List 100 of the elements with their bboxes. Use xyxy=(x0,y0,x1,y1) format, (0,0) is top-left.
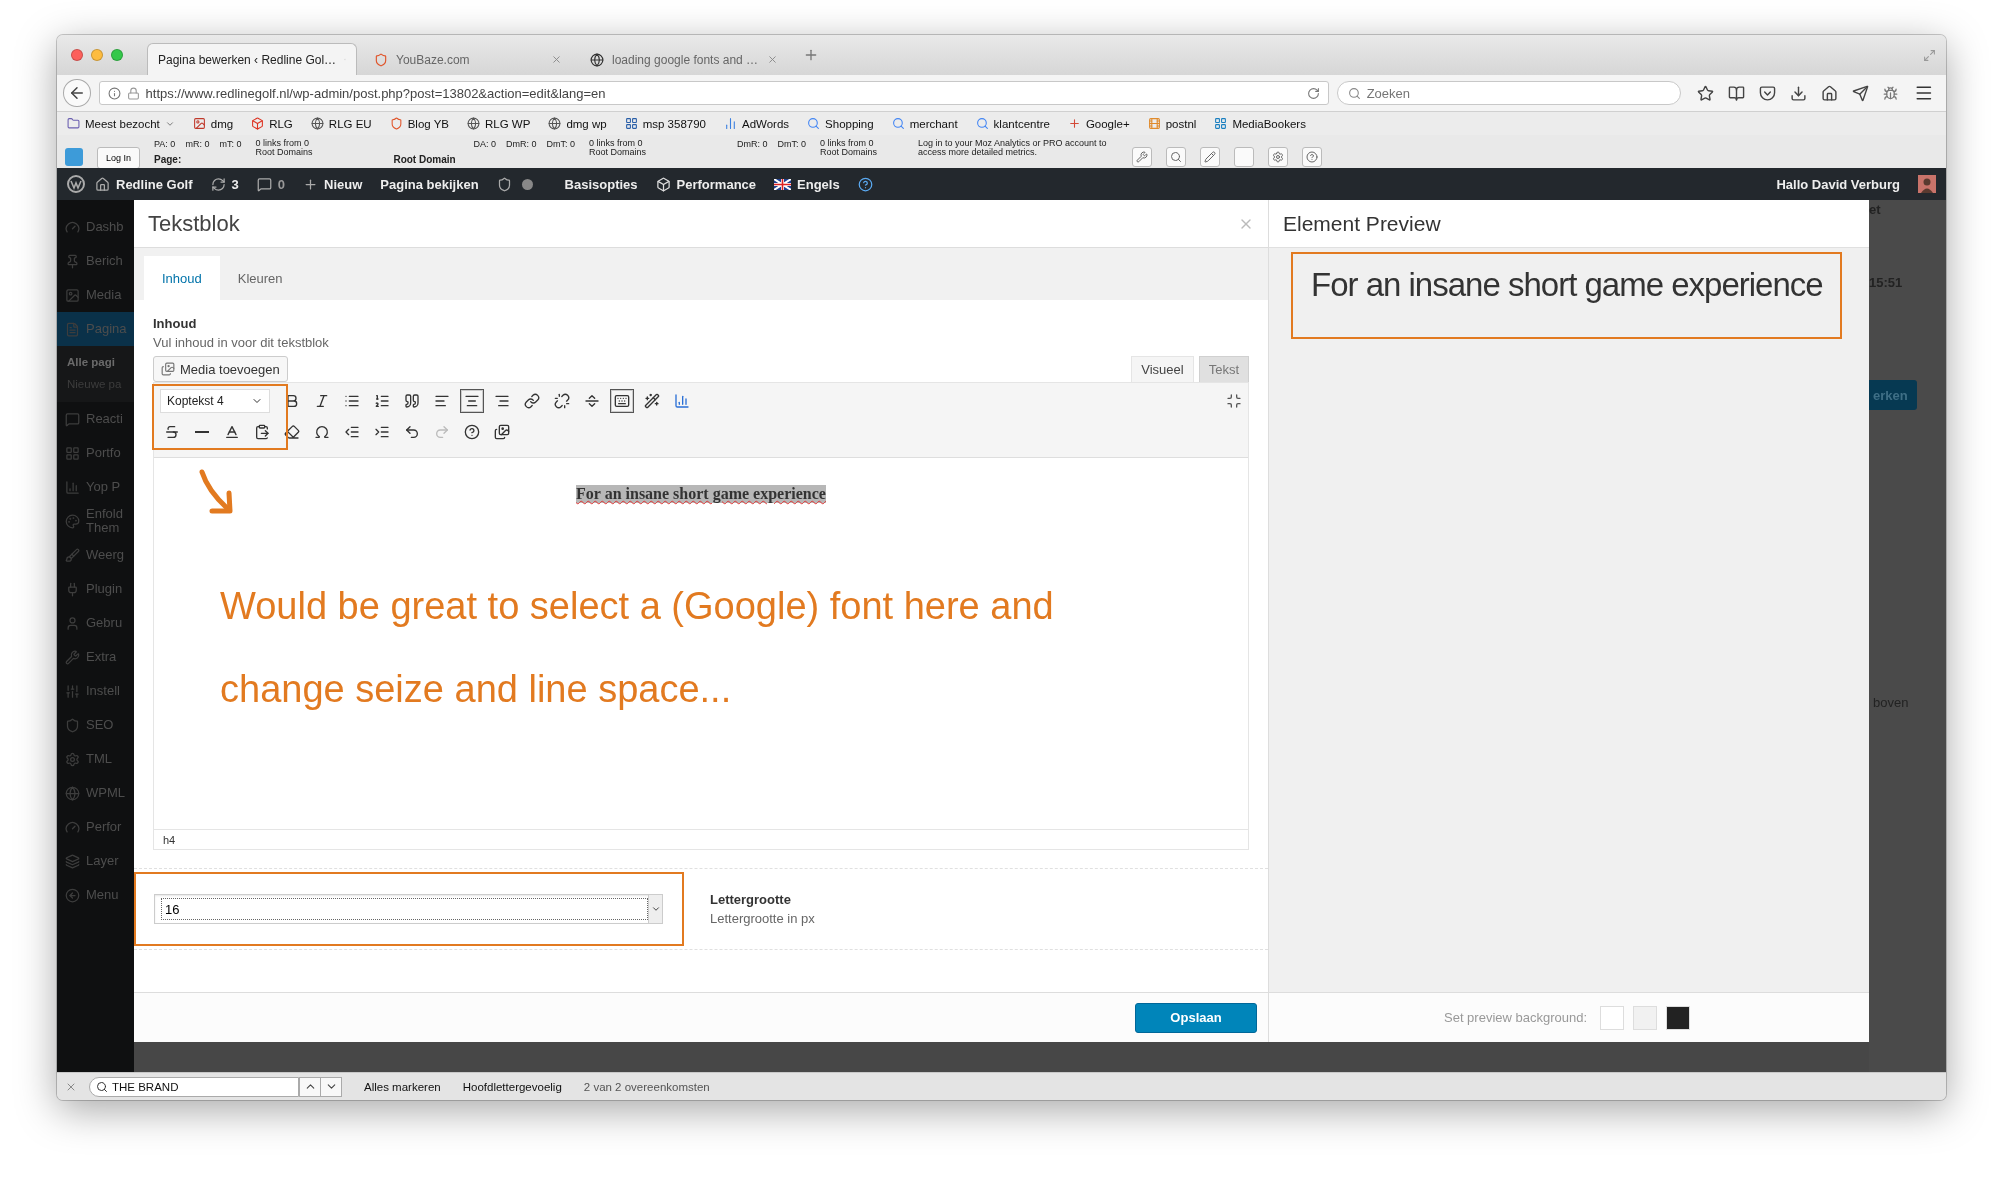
add-media-button[interactable]: Media toevoegen xyxy=(153,356,288,382)
browser-tab[interactable]: Pagina bewerken ‹ Redline Gol… xyxy=(147,43,357,75)
menu-item-icon xyxy=(65,287,80,303)
download-icon[interactable] xyxy=(1790,84,1808,102)
bookmark-link[interactable]: Google+ xyxy=(1067,117,1130,130)
content-heading: For an insane short game experience xyxy=(576,485,826,503)
wrench-icon xyxy=(1136,151,1148,163)
help-icon[interactable] xyxy=(857,176,873,192)
updates-link[interactable]: 3 xyxy=(210,176,239,192)
new-tab-icon[interactable] xyxy=(803,47,819,63)
menu-item-icon xyxy=(65,615,80,631)
search-input[interactable]: Zoeken xyxy=(1366,85,1671,101)
pencil-button[interactable] xyxy=(1200,147,1220,167)
color-swatch[interactable] xyxy=(1666,1005,1691,1030)
bookmark-star-icon[interactable] xyxy=(1697,84,1715,102)
metric-text: DmT: 0 xyxy=(777,139,806,149)
bookmark-link[interactable]: RLG EU xyxy=(310,117,372,130)
site-link[interactable]: Redline Golf xyxy=(95,176,193,192)
bookmark-link[interactable]: MediaBookers xyxy=(1214,117,1306,130)
modal-tab[interactable]: Kleuren xyxy=(219,256,301,300)
seo-icon[interactable] xyxy=(496,176,512,192)
browser-tab[interactable]: loading google fonts and … xyxy=(579,43,789,75)
site-icon xyxy=(374,52,388,67)
url-field[interactable]: https://www.redlinegolf.nl/wp-admin/post.php?post=13802&action=edit&lang=en xyxy=(98,81,1329,105)
bug-icon[interactable] xyxy=(1883,85,1899,101)
account-link[interactable]: Hallo David Verburg xyxy=(1776,176,1900,192)
modal-title: Tekstblok xyxy=(148,210,241,237)
reload-icon[interactable] xyxy=(1306,86,1320,100)
color-swatch[interactable] xyxy=(1600,1005,1625,1030)
bookmark-link[interactable]: Blog YB xyxy=(389,117,449,130)
bookmark-link[interactable]: RLG xyxy=(251,117,293,130)
format-select[interactable]: Koptekst 4 xyxy=(160,389,270,413)
wrench-button[interactable] xyxy=(1132,147,1152,167)
editor-tab[interactable]: Visueel xyxy=(1131,356,1194,382)
bookmark-link[interactable]: Meest bezocht xyxy=(67,117,175,130)
text-color-icon xyxy=(224,424,240,440)
bookmark-link[interactable]: klantcentre xyxy=(975,117,1050,130)
wordpress-logo-icon[interactable] xyxy=(67,175,85,193)
undo-icon xyxy=(404,424,420,440)
bookmark-link[interactable]: merchant xyxy=(891,117,958,130)
save-button[interactable]: Opslaan xyxy=(1135,1002,1257,1033)
caret-icon xyxy=(650,904,661,914)
home-icon[interactable] xyxy=(1821,84,1839,102)
fullscreen-icon[interactable] xyxy=(1226,393,1242,409)
status-dot-icon xyxy=(521,178,533,190)
gallery-icon xyxy=(494,424,510,440)
bookmark-link[interactable]: AdWords xyxy=(723,117,790,130)
new-link[interactable]: Nieuw xyxy=(303,176,363,192)
menu-item-icon xyxy=(65,321,80,337)
globe-icon xyxy=(310,117,324,130)
next-button[interactable] xyxy=(320,1076,342,1097)
search-button[interactable] xyxy=(1166,147,1186,167)
quote-icon xyxy=(404,393,420,409)
bookmark-link[interactable]: dmg xyxy=(192,117,234,130)
close-window-button[interactable] xyxy=(71,49,83,61)
comments-link[interactable]: 0 xyxy=(256,176,286,192)
previous-button[interactable] xyxy=(299,1076,321,1097)
back-button[interactable] xyxy=(63,79,91,107)
browser-tab[interactable]: YouBaze.com xyxy=(363,43,573,75)
pocket-icon[interactable] xyxy=(1759,84,1777,102)
performance-link[interactable]: Performance xyxy=(655,176,757,192)
help-icon xyxy=(464,424,480,440)
send-icon[interactable] xyxy=(1852,84,1870,102)
menu-item-icon xyxy=(65,479,80,495)
language-link[interactable]: Engels xyxy=(774,176,840,192)
settings-button[interactable] xyxy=(1268,147,1288,167)
font-size-field[interactable]: 16 xyxy=(161,898,648,920)
menu-item-icon xyxy=(65,819,80,835)
modal-tab[interactable]: Inhoud xyxy=(144,256,220,300)
menu-item-icon xyxy=(65,581,80,597)
find-field[interactable]: THE BRAND xyxy=(89,1076,299,1097)
login-hint-text: Log in to your Moz Analytics or PRO account to access more detailed metrics. xyxy=(918,139,1108,158)
bookmark-link[interactable]: dmg wp xyxy=(548,117,607,130)
bookmark-link[interactable]: RLG WP xyxy=(467,117,531,130)
bookmark-link[interactable]: postnl xyxy=(1147,117,1197,130)
metric-text: mR: 0 xyxy=(185,139,210,149)
menu-item-icon xyxy=(65,751,80,767)
highlight-all-toggle[interactable]: Alles markeren xyxy=(364,1080,441,1093)
avatar-icon[interactable] xyxy=(1918,175,1936,193)
root-domain-dropdown[interactable]: Root Domain xyxy=(393,154,575,165)
menu-item-icon xyxy=(65,853,80,869)
login-button[interactable]: Log In xyxy=(97,147,141,168)
options-link[interactable]: Basisopties xyxy=(564,176,638,192)
color-swatch[interactable] xyxy=(1633,1005,1658,1030)
paste-text-icon xyxy=(254,424,270,440)
reading-list-icon[interactable] xyxy=(1728,84,1746,102)
align-center-button[interactable] xyxy=(460,389,484,413)
menu-icon[interactable] xyxy=(1914,83,1934,103)
view-page-link[interactable]: Pagina bekijken xyxy=(380,176,479,192)
toolbar-toggle-button[interactable] xyxy=(610,389,634,413)
bookmark-link[interactable]: Shopping xyxy=(807,117,874,130)
editor-tab[interactable]: Tekst xyxy=(1198,356,1249,382)
annotation-text: Would be great to select a (Google) font here and xyxy=(219,584,1055,629)
match-case-toggle[interactable]: Hoofdlettergevoelig xyxy=(462,1080,562,1093)
search-icon xyxy=(1170,151,1182,163)
bookmark-link[interactable]: msp 358790 xyxy=(624,117,706,130)
settings-icon xyxy=(1272,151,1284,163)
search-field[interactable]: Zoeken xyxy=(1336,81,1682,105)
field-help: Vul inhoud in voor dit tekstblok xyxy=(153,335,330,350)
menu-item-icon xyxy=(65,649,80,665)
